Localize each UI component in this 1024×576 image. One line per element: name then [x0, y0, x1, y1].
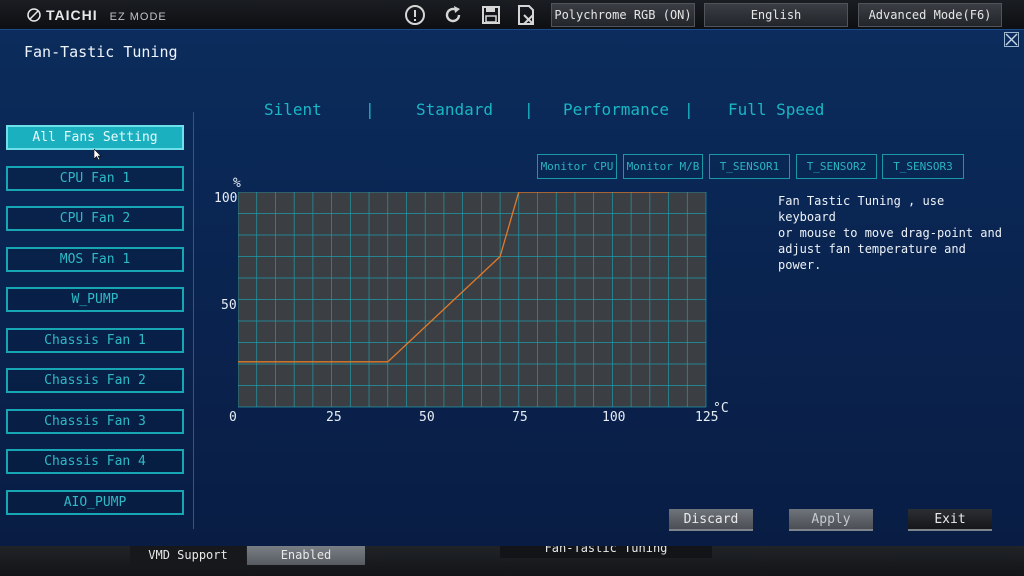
fan-item-cpu-fan-2[interactable]: CPU Fan 2 [6, 206, 184, 231]
fan-item-chassis-fan-3[interactable]: Chassis Fan 3 [6, 409, 184, 434]
close-button[interactable] [1004, 32, 1019, 47]
x-tick-label: 100 [602, 410, 626, 425]
fan-item-all-fans-setting[interactable]: All Fans Setting [6, 125, 184, 150]
discard-button[interactable]: Discard [669, 509, 753, 531]
top-bar: TAICHI EZ MODE Polychrome RGB (ON) Engli… [0, 0, 1024, 30]
language-button[interactable]: English [704, 3, 848, 27]
x-tick-label: 75 [512, 410, 528, 425]
fan-tastic-tuning-dialog: Fan-Tastic Tuning Silent | Standard | Pe… [0, 29, 1024, 546]
mode-label: EZ MODE [109, 11, 167, 23]
y-tick-label: 100 [214, 191, 238, 206]
fan-item-mos-fan-1[interactable]: MOS Fan 1 [6, 247, 184, 272]
advanced-mode-button[interactable]: Advanced Mode(F6) [858, 3, 1002, 27]
help-text: Fan Tastic Tuning , use keyboard or mous… [778, 194, 1002, 272]
apply-button[interactable]: Apply [789, 509, 873, 531]
tab-performance[interactable]: Performance [563, 100, 669, 119]
brand-logo: TAICHI EZ MODE [26, 6, 167, 24]
tab-separator: | [524, 100, 534, 119]
fan-list-divider [193, 112, 194, 529]
dialog-title: Fan-Tastic Tuning [24, 43, 178, 61]
tab-separator: | [684, 100, 694, 119]
fan-item-chassis-fan-2[interactable]: Chassis Fan 2 [6, 368, 184, 393]
mouse-cursor-icon [94, 149, 102, 161]
y-tick-label: 50 [221, 298, 237, 313]
y-axis-unit-label: % [233, 176, 241, 191]
taichi-logo-icon [27, 8, 41, 22]
tab-standard[interactable]: Standard [416, 100, 493, 119]
x-tick-label: 50 [419, 410, 435, 425]
save-icon[interactable] [480, 4, 502, 26]
t-sensor2-button[interactable]: T_SENSOR2 [796, 154, 877, 179]
info-icon[interactable] [404, 4, 426, 26]
vmd-support-label: VMD Support [130, 545, 246, 565]
tab-separator: | [365, 100, 375, 119]
fan-item-chassis-fan-1[interactable]: Chassis Fan 1 [6, 328, 184, 353]
polychrome-rgb-button[interactable]: Polychrome RGB (ON) [551, 3, 695, 27]
monitor-mb-button[interactable]: Monitor M/B [623, 154, 703, 179]
exit-button[interactable]: Exit [908, 509, 992, 531]
brand-name: TAICHI [46, 7, 98, 23]
x-tick-label: 0 [229, 410, 237, 425]
close-icon [1005, 33, 1018, 46]
fan-item-cpu-fan-1[interactable]: CPU Fan 1 [6, 166, 184, 191]
x-tick-label: 25 [326, 410, 342, 425]
t-sensor1-button[interactable]: T_SENSOR1 [709, 154, 790, 179]
fan-item-chassis-fan-4[interactable]: Chassis Fan 4 [6, 449, 184, 474]
x-axis-unit-label: °C [713, 401, 729, 416]
fan-curve-chart[interactable] [238, 192, 708, 410]
monitor-cpu-button[interactable]: Monitor CPU [537, 154, 617, 179]
fan-item-w-pump[interactable]: W_PUMP [6, 287, 184, 312]
refresh-icon[interactable] [442, 4, 464, 26]
t-sensor3-button[interactable]: T_SENSOR3 [882, 154, 964, 179]
discard-icon[interactable] [515, 4, 537, 26]
tab-silent[interactable]: Silent [264, 100, 322, 119]
fan-item-aio-pump[interactable]: AIO_PUMP [6, 490, 184, 515]
tab-full-speed[interactable]: Full Speed [728, 100, 824, 119]
vmd-support-value[interactable]: Enabled [247, 545, 365, 565]
